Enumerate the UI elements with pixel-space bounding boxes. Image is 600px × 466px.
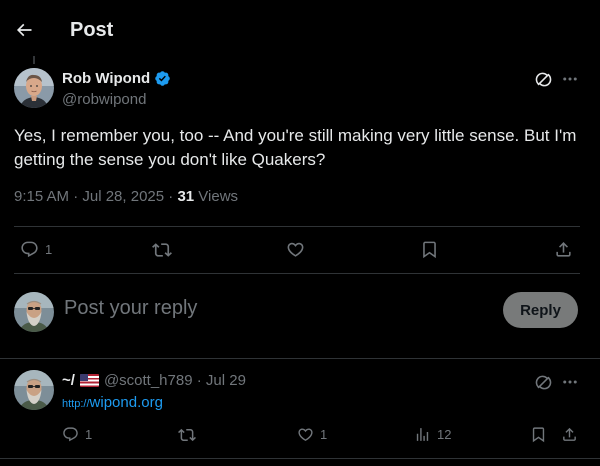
reply-handle-text: @scott_h789 [103,372,193,389]
reply-count: 1 [45,242,53,257]
repost-action[interactable] [152,240,172,260]
share-action[interactable] [554,240,573,259]
reply-icon [63,427,78,442]
divider-actions [14,273,580,274]
reply-repost-action[interactable] [178,426,196,444]
reply-bookmark-action[interactable] [530,426,547,443]
grok-button[interactable] [533,69,553,89]
reply-author-handle[interactable]: @scott_h789 · Jul 29 [104,372,246,389]
post-text: Yes, I remember you, too -- And you're s… [14,126,577,169]
reply-reply-action[interactable]: 1 [62,426,92,443]
reply-share-action[interactable] [561,426,578,443]
divider-composer [0,358,600,359]
views-icon [416,428,429,441]
post-timestamp[interactable]: 9:15 AM · Jul 28, 2025 · [14,188,177,205]
reply-views-action[interactable]: 12 [414,426,451,443]
verified-badge-icon [155,71,170,86]
reply-link-domain: wipond.org [89,394,163,411]
views-count: 31 [177,188,195,205]
views-label: Views [194,188,239,205]
page-title: Post [70,19,114,41]
reply-more-options-button[interactable] [560,372,580,392]
grok-icon [535,72,551,86]
more-icon [563,77,577,81]
author-handle[interactable]: @robwipond [62,91,146,108]
reply-action[interactable]: 1 [20,240,52,259]
like-icon [287,242,304,257]
repost-icon [152,243,172,257]
reply-like-count: 1 [320,427,328,442]
reply-views-count: 12 [437,427,452,442]
bookmark-icon [532,427,545,443]
back-arrow-icon [16,23,32,37]
bookmark-icon [423,241,436,259]
reply-button[interactable]: Reply [503,292,578,328]
more-options-button[interactable] [560,69,580,89]
back-button[interactable] [12,18,36,42]
reply-like-action[interactable]: 1 [297,426,327,443]
share-icon [563,427,576,441]
repost-icon [178,428,196,442]
reply-author-name[interactable]: ~/ [62,372,75,389]
author-name[interactable]: Rob Wipond [62,70,171,87]
reply-separator: · [192,372,206,389]
reply-author-line: ~/ @scott_h789 · Jul 29 [62,372,246,389]
bookmark-action[interactable] [420,240,439,259]
grok-icon [535,375,551,389]
post-meta: 9:15 AM · Jul 28, 2025 · 31 Views [14,188,238,205]
thread-line [33,56,35,64]
reply-date[interactable]: Jul 29 [206,372,246,389]
author-name-text: Rob Wipond [62,70,151,87]
more-icon [563,380,577,384]
reply-grok-button[interactable] [533,372,553,392]
share-icon [556,242,571,257]
reply-icon [21,241,38,258]
reply-input[interactable]: Post your reply [64,297,197,320]
reply-author-avatar[interactable] [14,370,54,410]
top-bar: Post [0,0,600,60]
reply-reply-count: 1 [85,427,93,442]
reply-link[interactable]: http://wipond.org [62,394,163,411]
like-icon [298,428,313,441]
author-avatar[interactable] [14,68,54,108]
flag-us-icon [79,374,99,387]
divider-bottom [0,458,600,459]
reply-link-protocol: http:// [62,398,90,410]
divider-top [14,226,580,227]
composer-avatar [14,292,54,332]
like-action[interactable] [286,240,305,259]
